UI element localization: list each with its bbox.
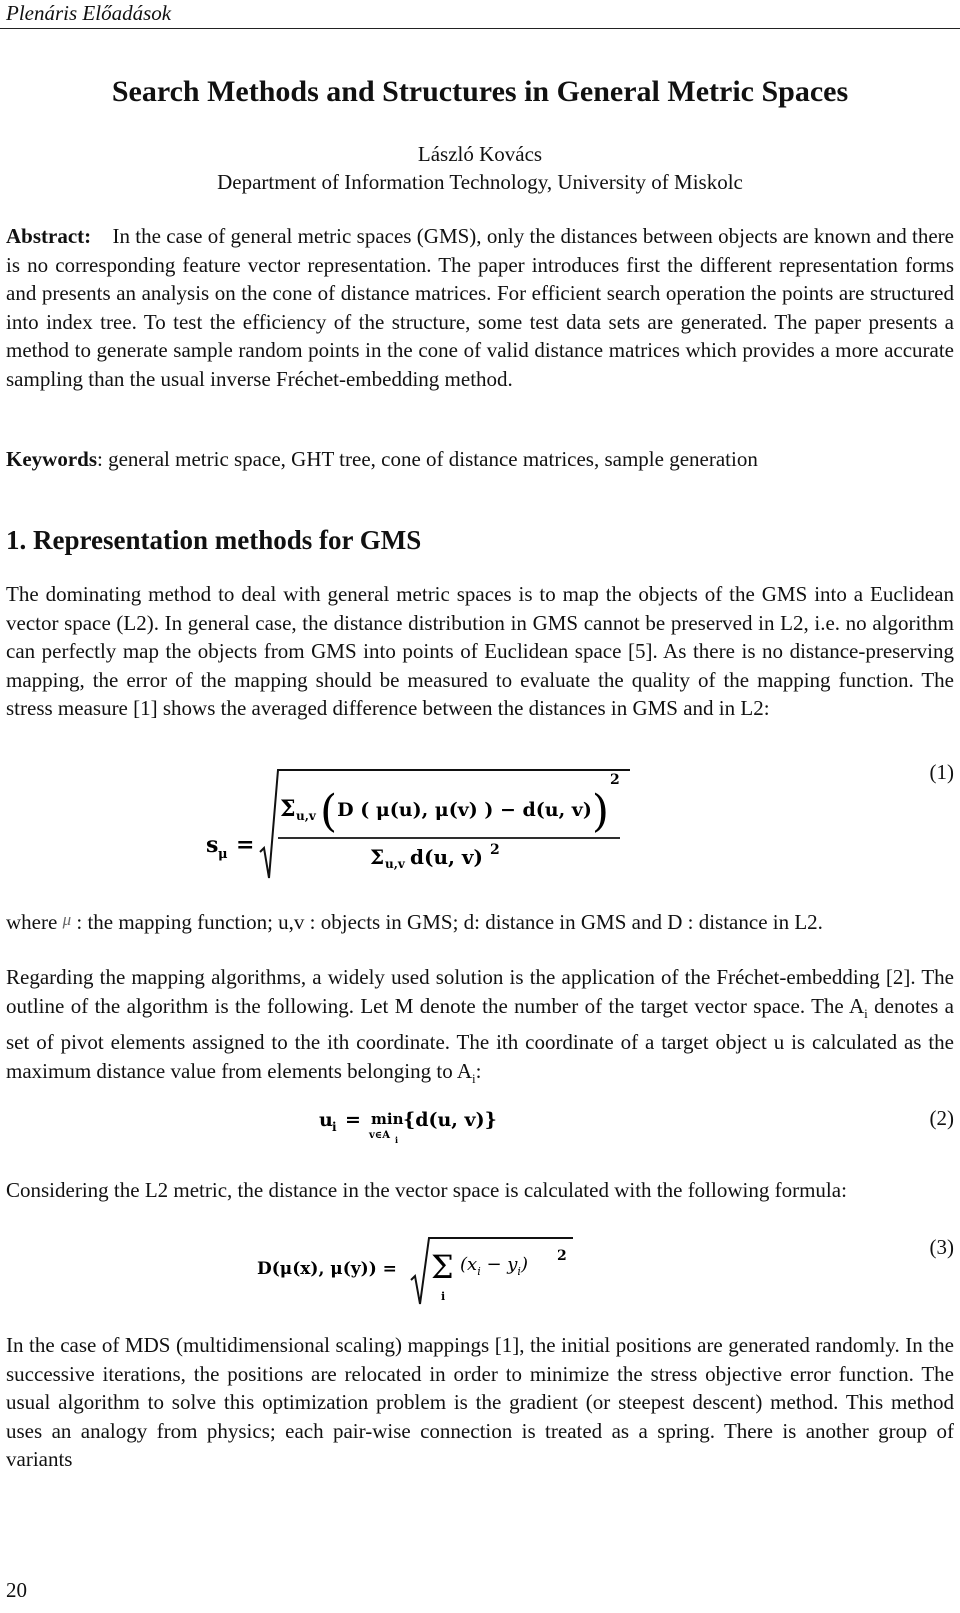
keywords: Keywords: general metric space, GHT tree… xyxy=(6,445,758,473)
eq3-sum-sub: i xyxy=(441,1290,445,1303)
equation-3-svg: D(μ(x), μ(y)) = Σ i (xi − yi) 2 xyxy=(257,1237,573,1305)
section-paragraph-3: Considering the L2 metric, the distance … xyxy=(6,1178,847,1202)
eq3-lhs: D(μ(x), μ(y)) = xyxy=(257,1259,397,1279)
equation-number-2: (2) xyxy=(929,1106,955,1130)
keywords-label: Keywords xyxy=(6,447,97,471)
eq2-equals: = xyxy=(345,1109,361,1131)
equation-2: u i = min v∈A i {d(u, v)} xyxy=(315,1100,535,1150)
section-paragraph-where: where μ : the mapping function; u,v : ob… xyxy=(6,906,954,937)
section-paragraph-2: Regarding the mapping algorithms, a wide… xyxy=(6,963,954,1094)
equation-3: D(μ(x), μ(y)) = Σ i (xi − yi) 2 xyxy=(255,1230,585,1310)
running-header: Plenáris Előadások xyxy=(6,1,172,25)
eq3-body: (xi − yi) xyxy=(460,1254,528,1278)
equation-1-svg: s μ = Σ u,v (D ( μ(u), μ(v) ) − d(u, v))… xyxy=(206,769,630,879)
section-paragraph-4: In the case of MDS (multidimensional sca… xyxy=(6,1333,954,1472)
section-paragraph-1: The dominating method to deal with gener… xyxy=(6,582,954,721)
para2-text-c: : xyxy=(475,1058,482,1083)
eq1-num-exp: 2 xyxy=(610,772,620,788)
eq1-num-sum-sub: u,v xyxy=(296,809,317,823)
keywords-text: : general metric space, GHT tree, cone o… xyxy=(97,447,758,471)
eq1-num-sum: Σ xyxy=(280,796,296,822)
para2-text-a: Regarding the mapping algorithms, a wide… xyxy=(6,965,954,1018)
header-rule xyxy=(0,28,960,29)
author-affiliation: Department of Information Technology, Un… xyxy=(217,170,743,194)
abstract: Abstract: In the case of general metric … xyxy=(6,222,954,394)
eq2-lhs: u xyxy=(319,1109,333,1131)
eq2-operator-subsub: i xyxy=(395,1135,398,1145)
eq1-den-exp: 2 xyxy=(490,842,500,858)
equation-number-1: (1) xyxy=(929,760,955,784)
where-prefix: where xyxy=(6,910,58,934)
page-number: 20 xyxy=(6,1578,27,1602)
abstract-text: In the case of general metric spaces (GM… xyxy=(6,224,954,391)
eq2-body: {d(u, v)} xyxy=(403,1109,497,1131)
eq1-den-body: d(u, v) xyxy=(410,845,483,869)
equation-1: s μ = Σ u,v (D ( μ(u), μ(v) ) − d(u, v))… xyxy=(200,760,640,890)
eq1-equals: = xyxy=(236,832,254,858)
mu-symbol: μ xyxy=(62,910,72,929)
eq1-den-sum-sub: u,v xyxy=(385,857,406,871)
eq3-sum: Σ xyxy=(431,1248,454,1286)
eq1-den-sum: Σ xyxy=(370,845,384,869)
eq1-lhs-sub: μ xyxy=(218,847,228,862)
where-text: : the mapping function; u,v : objects in… xyxy=(76,910,823,934)
eq2-lhs-sub: i xyxy=(332,1120,337,1134)
abstract-label: Abstract: xyxy=(6,224,92,248)
equation-2-svg: u i = min v∈A i {d(u, v)} xyxy=(319,1109,497,1145)
eq2-operator: min xyxy=(371,1110,404,1128)
eq1-num-body: (D ( μ(u), μ(v) ) − d(u, v)) xyxy=(320,786,609,837)
eq1-lhs: s xyxy=(206,832,218,858)
section-heading: 1. Representation methods for GMS xyxy=(6,525,422,555)
equation-number-3: (3) xyxy=(929,1235,955,1259)
paper-title: Search Methods and Structures in General… xyxy=(111,75,849,108)
author-name: László Kovács xyxy=(417,142,543,166)
eq3-exp: 2 xyxy=(557,1248,567,1264)
eq2-operator-sub: v∈A xyxy=(368,1130,390,1141)
